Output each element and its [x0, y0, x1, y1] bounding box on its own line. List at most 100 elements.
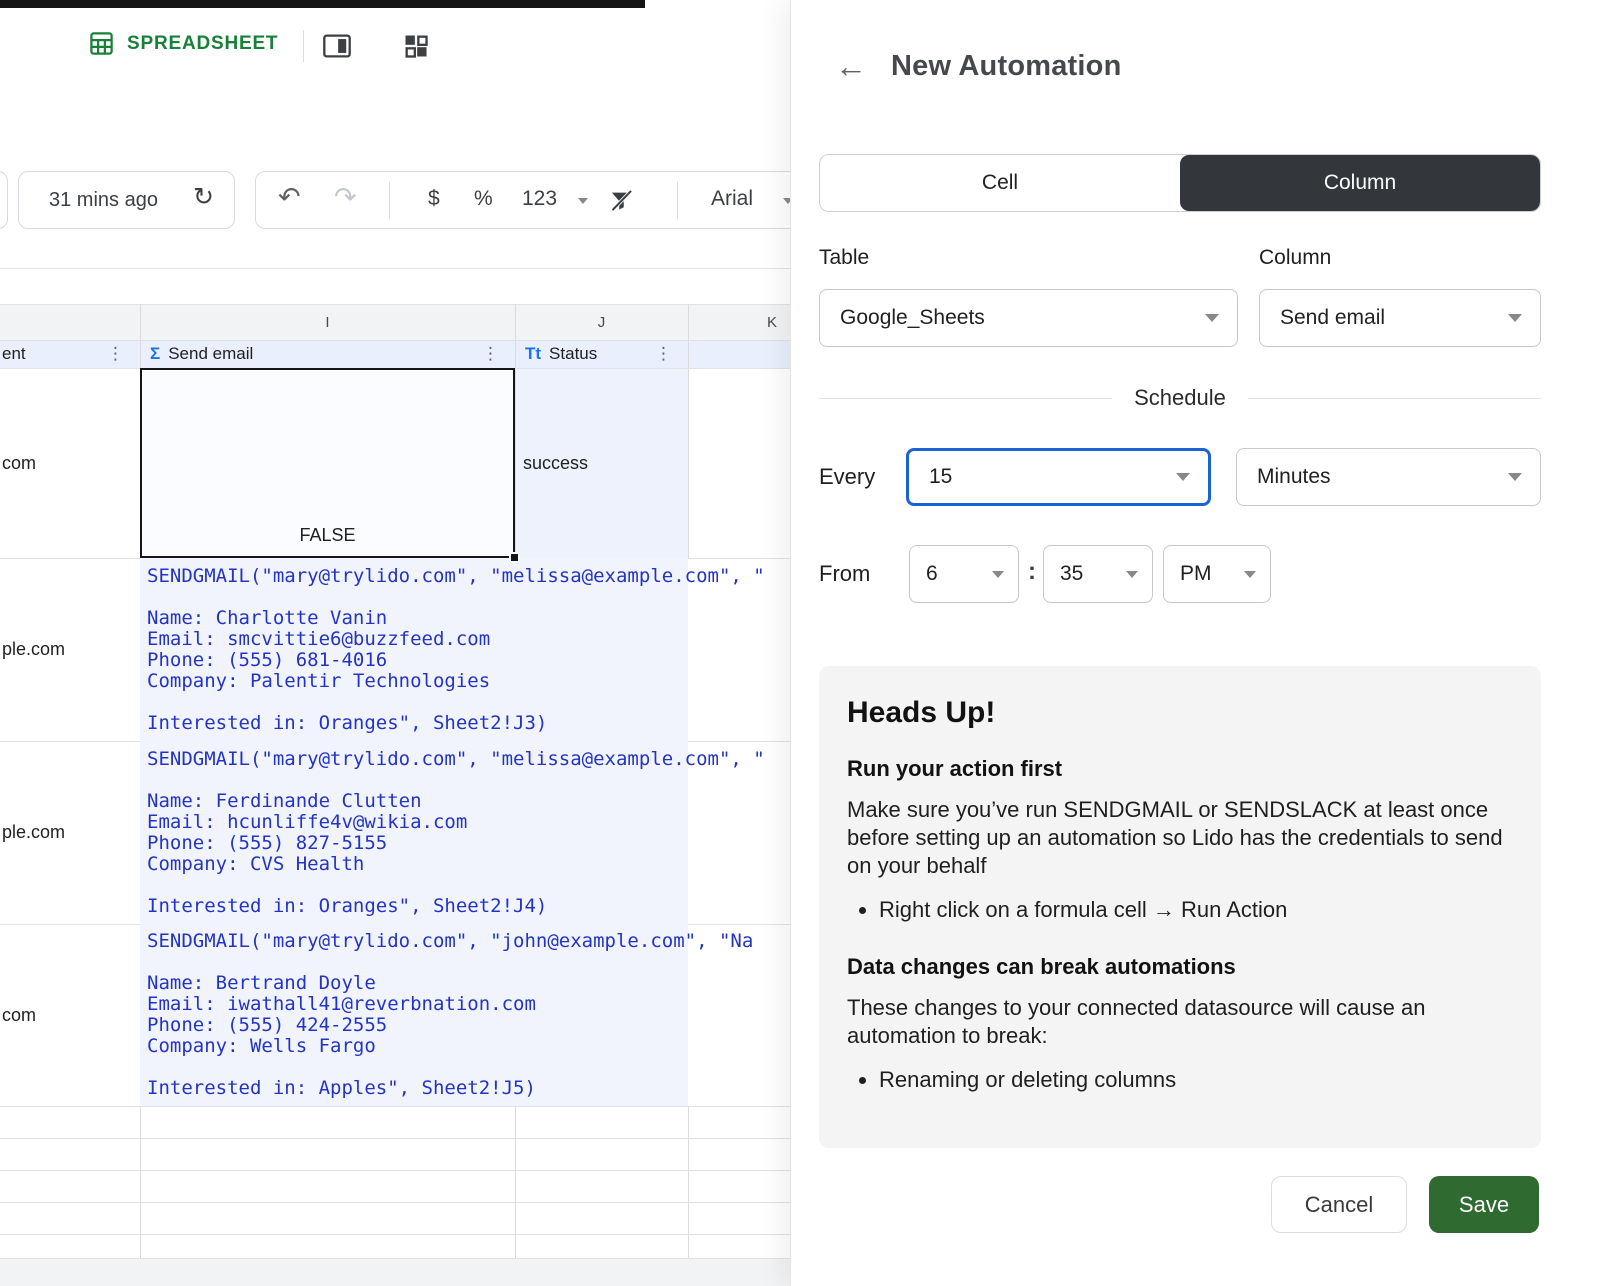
redo-icon[interactable]: ↷ [334, 184, 357, 211]
formula-cell[interactable]: SENDGMAIL("mary@trylido.com", "john@exam… [140, 924, 753, 1106]
column-header-label: Send email [168, 344, 254, 363]
last-sync-label: 31 mins ago [49, 189, 158, 211]
undo-icon[interactable]: ↶ [278, 184, 301, 211]
chevron-down-icon [1205, 314, 1219, 322]
selected-cell[interactable]: FALSE [140, 368, 520, 563]
bullet-item: Right click on a formula cell → Run Acti… [879, 896, 1513, 924]
bullet-item: Renaming or deleting columns [879, 1066, 1513, 1094]
text-column-icon: Tt [525, 344, 542, 363]
formula-text: SENDGMAIL("mary@trylido.com", "john@exam… [147, 930, 754, 1099]
dashboard-view-icon[interactable] [402, 32, 430, 60]
number-format-chevron-icon [578, 198, 588, 204]
column-menu-icon[interactable]: ⋮ [107, 344, 124, 364]
cell-text: ple.com [2, 822, 66, 842]
tab-cell[interactable]: Cell [820, 155, 1180, 211]
cell-text: com [2, 1004, 37, 1025]
status-cell[interactable]: success [523, 368, 683, 558]
formula-cell[interactable]: SENDGMAIL("mary@trylido.com", "melissa@e… [140, 558, 765, 741]
time-separator: : [1028, 558, 1036, 585]
chevron-down-icon [1126, 570, 1138, 578]
format-toolbar: ↶ ↷ $ % 123 Arial [255, 171, 815, 229]
toolbar-divider [389, 182, 390, 219]
grid-hline [0, 1202, 800, 1203]
grid-hline [0, 1234, 800, 1235]
cell-text: com [2, 452, 37, 473]
selected-cell-value: FALSE [299, 525, 356, 545]
cell-text: ple.com [2, 639, 66, 659]
cell-partial[interactable]: com [0, 368, 138, 558]
side-panel-view-icon[interactable] [322, 33, 352, 59]
every-unit-value: Minutes [1257, 465, 1331, 488]
from-ampm-select[interactable]: PM [1163, 545, 1271, 603]
fill-handle[interactable] [509, 552, 520, 563]
column-header-label: ent [2, 344, 26, 363]
chevron-down-icon [1244, 570, 1256, 578]
from-minute-value: 35 [1060, 562, 1084, 585]
spreadsheet-brand: SPREADSHEET [88, 30, 278, 57]
save-button[interactable]: Save [1429, 1176, 1539, 1233]
from-ampm-value: PM [1180, 562, 1212, 585]
every-value-select[interactable]: 15 [906, 448, 1211, 506]
topbar-divider [303, 30, 304, 62]
number-format-button[interactable]: 123 [522, 188, 557, 209]
column-select-value: Send email [1280, 306, 1386, 329]
section-title: Run your action first [847, 756, 1063, 781]
chevron-down-icon [1508, 314, 1522, 322]
window-edge [0, 0, 645, 8]
clear-filter-icon[interactable] [608, 187, 635, 218]
formula-cell[interactable]: SENDGMAIL("mary@trylido.com", "melissa@e… [140, 741, 765, 924]
column-header-status[interactable]: Tt Status ⋮ [515, 340, 688, 368]
bullet-list: Renaming or deleting columns [879, 1066, 1513, 1094]
schedule-divider: Schedule [819, 385, 1541, 411]
tab-column[interactable]: Column [1180, 155, 1540, 211]
target-tabs: Cell Column [819, 154, 1541, 212]
table-select[interactable]: Google_Sheets [819, 289, 1238, 347]
column-menu-icon[interactable]: ⋮ [482, 344, 499, 364]
percent-format-button[interactable]: % [474, 188, 493, 209]
every-label: Every [819, 464, 876, 489]
refresh-icon[interactable]: ↻ [193, 185, 214, 210]
column-letter-j[interactable]: J [515, 304, 688, 340]
grid-vline [515, 1106, 516, 1258]
schedule-label: Schedule [1134, 385, 1226, 410]
bullet-list: Right click on a formula cell → Run Acti… [879, 896, 1513, 924]
cancel-button[interactable]: Cancel [1271, 1176, 1407, 1233]
cell-partial[interactable]: ple.com [0, 558, 138, 741]
sheet-footer-strip [0, 1259, 800, 1286]
column-letter-i[interactable]: I [140, 304, 515, 340]
from-minute-select[interactable]: 35 [1043, 545, 1153, 603]
cell-partial[interactable]: com [0, 924, 138, 1106]
cell-text: success [523, 452, 589, 473]
grid-vline [688, 304, 689, 558]
divider-line [819, 397, 1113, 399]
grid-hline [0, 1138, 800, 1139]
from-hour-select[interactable]: 6 [909, 545, 1019, 603]
spreadsheet-label: SPREADSHEET [127, 32, 279, 54]
section-title: Data changes can break automations [847, 954, 1236, 979]
heads-up-title: Heads Up! [847, 696, 996, 729]
divider-line [1247, 397, 1541, 399]
every-value: 15 [929, 465, 953, 488]
column-select[interactable]: Send email [1259, 289, 1541, 347]
grid-hline [0, 1170, 800, 1171]
cell-partial[interactable]: ple.com [0, 741, 138, 924]
font-family-select[interactable]: Arial [711, 188, 753, 209]
toolbar-bottom-divider [0, 268, 790, 269]
column-menu-icon[interactable]: ⋮ [655, 344, 672, 364]
every-unit-select[interactable]: Minutes [1236, 448, 1541, 506]
heads-up-callout: Heads Up! Run your action first Make sur… [819, 666, 1541, 1148]
formula-text: SENDGMAIL("mary@trylido.com", "melissa@e… [147, 747, 765, 917]
toolbar-divider-2 [677, 182, 678, 219]
column-header-partial[interactable]: ent ⋮ [0, 340, 140, 368]
currency-format-button[interactable]: $ [428, 188, 440, 209]
from-hour-value: 6 [926, 562, 938, 585]
sync-status-box: 31 mins ago ↻ [18, 171, 235, 229]
column-header-label: Status [549, 344, 598, 363]
chevron-down-icon [1508, 473, 1522, 481]
table-label: Table [819, 246, 870, 269]
column-header-send-email[interactable]: Σ Send email ⋮ [140, 340, 515, 368]
back-icon[interactable]: ← [835, 50, 867, 82]
app-root: SPREADSHEET 31 mins ago ↻ ↶ ↷ $ % 123 Ar… [0, 0, 1600, 1286]
grid-hline [0, 1106, 800, 1107]
new-automation-panel: ← New Automation Cell Column Table Colum… [790, 0, 1600, 1286]
